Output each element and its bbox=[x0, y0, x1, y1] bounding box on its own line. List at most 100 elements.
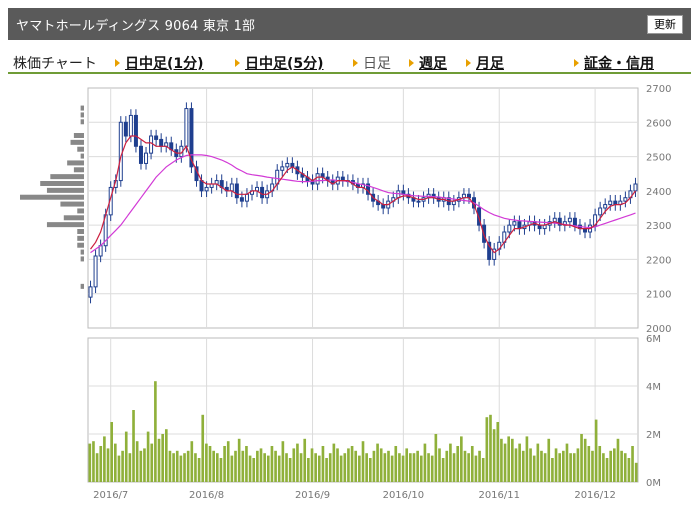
volume-bar bbox=[372, 450, 376, 482]
volume-bar bbox=[321, 446, 325, 482]
price-tick-label: 2200 bbox=[646, 255, 671, 266]
volume-bar bbox=[620, 450, 623, 482]
x-tick-label: 2016/11 bbox=[478, 490, 520, 501]
volume-bar bbox=[467, 453, 470, 482]
candle-body bbox=[159, 138, 164, 147]
volume-bar bbox=[95, 453, 99, 482]
volume-bar bbox=[110, 422, 113, 482]
candle-body bbox=[608, 200, 613, 206]
candle-body bbox=[93, 255, 98, 288]
volume-bar bbox=[478, 450, 481, 482]
volume-bar bbox=[441, 458, 445, 482]
volume-bar bbox=[128, 453, 132, 482]
volume-bar bbox=[121, 450, 124, 482]
volume-bar bbox=[394, 446, 398, 482]
x-tick-label: 2016/7 bbox=[93, 490, 128, 501]
volume-profile-bar bbox=[20, 194, 84, 200]
volume-bar bbox=[445, 450, 449, 482]
candle-body bbox=[517, 221, 522, 230]
volume-bar bbox=[350, 446, 354, 482]
volume-bar bbox=[325, 458, 328, 482]
volume-tick-label: 4M bbox=[646, 382, 661, 393]
candle-body bbox=[280, 166, 285, 171]
candle-body bbox=[572, 217, 577, 226]
volume-profile-bar bbox=[73, 167, 84, 173]
volume-bar bbox=[281, 441, 285, 482]
candle-body bbox=[154, 135, 159, 140]
volume-bar bbox=[99, 446, 103, 482]
candle-body bbox=[603, 204, 608, 209]
volume-bar bbox=[212, 450, 215, 482]
volume-bar bbox=[168, 450, 172, 482]
candle-body bbox=[285, 162, 290, 168]
volume-profile-bar bbox=[77, 229, 84, 234]
volume-bar bbox=[186, 450, 190, 482]
volume-bar bbox=[154, 381, 157, 482]
volume-bar bbox=[514, 448, 518, 482]
volume-bar bbox=[113, 443, 117, 482]
volume-bar bbox=[248, 455, 252, 482]
volume-bar bbox=[565, 443, 569, 482]
volume-bar bbox=[576, 448, 580, 482]
volume-bar bbox=[591, 450, 594, 482]
volume-bar bbox=[587, 446, 591, 482]
volume-bar bbox=[485, 417, 489, 482]
volume-bar bbox=[551, 458, 554, 482]
volume-bar bbox=[423, 443, 427, 482]
volume-bar bbox=[562, 450, 565, 482]
volume-bar bbox=[616, 438, 620, 482]
volume-profile-bar bbox=[77, 242, 84, 248]
volume-profile-bar bbox=[46, 187, 84, 193]
candle-body bbox=[623, 197, 628, 202]
candle-body bbox=[598, 207, 603, 216]
volume-bar bbox=[164, 429, 168, 482]
volume-bar bbox=[263, 453, 266, 482]
price-tick-label: 2400 bbox=[646, 187, 671, 198]
volume-profile-bar bbox=[80, 119, 84, 125]
volume-bar bbox=[343, 453, 347, 482]
volume-bar bbox=[583, 438, 587, 482]
volume-bar bbox=[379, 448, 383, 482]
volume-bar bbox=[183, 453, 186, 482]
stock-chart: 200021002200230024002500260027000M2M4M6M… bbox=[20, 84, 671, 501]
candle-body bbox=[244, 193, 249, 202]
volume-bar bbox=[518, 443, 521, 482]
volume-bar bbox=[631, 446, 634, 482]
volume-bar bbox=[492, 429, 496, 482]
price-tick-label: 2100 bbox=[646, 290, 671, 301]
volume-bar bbox=[299, 453, 303, 482]
candle-body bbox=[118, 121, 123, 182]
volume-bar bbox=[354, 450, 358, 482]
x-tick-label: 2016/10 bbox=[383, 490, 425, 501]
volume-profile-bar bbox=[80, 249, 84, 255]
volume-bar bbox=[223, 446, 226, 482]
volume-bar bbox=[456, 446, 460, 482]
volume-bar bbox=[314, 453, 317, 482]
volume-bar bbox=[540, 450, 543, 482]
volume-bar bbox=[310, 448, 314, 482]
price-tick-label: 2500 bbox=[646, 153, 671, 164]
volume-bar bbox=[449, 443, 452, 482]
volume-bar bbox=[623, 453, 627, 482]
volume-bar bbox=[303, 438, 307, 482]
volume-bar bbox=[150, 443, 154, 482]
volume-bar bbox=[241, 450, 245, 482]
volume-bar bbox=[521, 450, 525, 482]
volume-bar bbox=[496, 422, 500, 482]
volume-bar bbox=[489, 414, 492, 482]
volume-bar bbox=[307, 458, 310, 482]
volume-bar bbox=[358, 455, 361, 482]
volume-bar bbox=[438, 448, 441, 482]
volume-bar bbox=[215, 453, 219, 482]
volume-bar bbox=[124, 431, 128, 482]
volume-bar bbox=[296, 443, 299, 482]
volume-bar bbox=[205, 443, 208, 482]
volume-bar bbox=[175, 450, 179, 482]
candle-body bbox=[128, 114, 133, 137]
volume-bar bbox=[336, 448, 339, 482]
volume-bar bbox=[226, 441, 230, 482]
volume-profile-bar bbox=[77, 235, 84, 241]
volume-bar bbox=[558, 453, 562, 482]
volume-bar bbox=[543, 453, 547, 482]
volume-tick-label: 0M bbox=[646, 478, 661, 489]
